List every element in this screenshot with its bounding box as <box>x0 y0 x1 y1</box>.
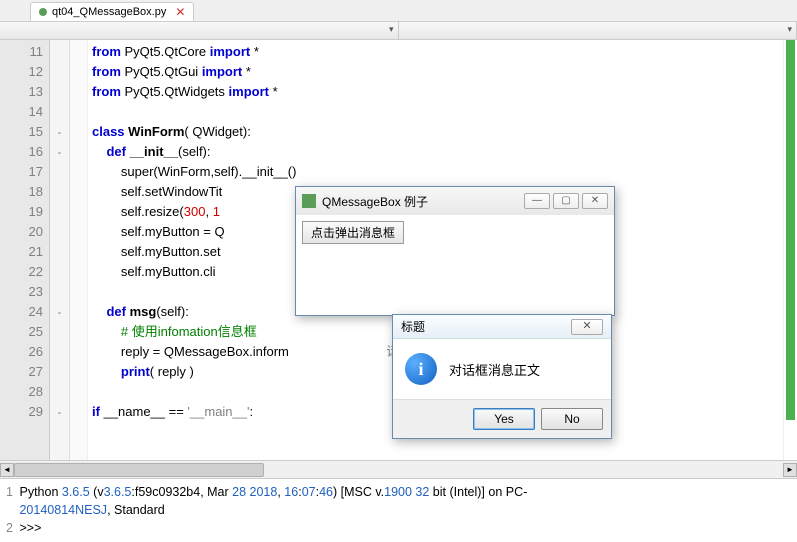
demo-window[interactable]: QMessageBox 例子 — ▢ ✕ 点击弹出消息框 <box>295 186 615 316</box>
chevron-down-icon: ▾ <box>389 24 394 35</box>
console-prompt[interactable]: 2 >>> <box>6 519 791 537</box>
window-titlebar[interactable]: QMessageBox 例子 — ▢ ✕ <box>296 187 614 215</box>
info-icon: i <box>405 353 437 385</box>
member-dropdown[interactable]: ▾ <box>399 22 797 39</box>
scroll-thumb[interactable] <box>14 463 264 477</box>
navigator-toolbar: ▾ ▾ <box>0 22 797 40</box>
tab-bar: qt04_QMessageBox.py ✕ <box>0 0 797 22</box>
message-box[interactable]: 标题 ✕ i 对话框消息正文 Yes No <box>392 314 612 439</box>
msgbox-title: 标题 <box>401 318 425 335</box>
close-button[interactable]: ✕ <box>582 193 608 209</box>
scope-dropdown[interactable]: ▾ <box>0 22 399 39</box>
scroll-left-arrow[interactable]: ◄ <box>0 463 14 477</box>
console-line: 20140814NESJ, Standard <box>6 501 791 519</box>
fold-gutter[interactable]: ---- <box>50 40 70 460</box>
yes-button[interactable]: Yes <box>473 408 535 430</box>
python-console[interactable]: 1 Python 3.6.5 (v3.6.5:f59c0932b4, Mar 2… <box>0 478 797 541</box>
chevron-down-icon: ▾ <box>787 24 792 35</box>
app-icon <box>302 194 316 208</box>
popup-button[interactable]: 点击弹出消息框 <box>302 221 404 244</box>
tab-filename: qt04_QMessageBox.py <box>52 6 166 18</box>
window-title: QMessageBox 例子 <box>322 193 428 210</box>
msgbox-titlebar[interactable]: 标题 ✕ <box>393 315 611 339</box>
bookmark-gutter <box>70 40 88 460</box>
horizontal-scrollbar[interactable]: ◄ ► <box>0 460 797 478</box>
msgbox-text: 对话框消息正文 <box>449 360 540 379</box>
file-icon <box>39 8 47 16</box>
change-marker-strip <box>783 40 797 460</box>
line-number-gutter: 11121314151617181920212223242526272829 <box>0 40 50 460</box>
msgbox-close-button[interactable]: ✕ <box>571 319 603 335</box>
maximize-button[interactable]: ▢ <box>553 193 579 209</box>
file-tab[interactable]: qt04_QMessageBox.py ✕ <box>30 2 194 21</box>
close-tab-icon[interactable]: ✕ <box>175 5 185 19</box>
console-line: 1 Python 3.6.5 (v3.6.5:f59c0932b4, Mar 2… <box>6 483 791 501</box>
minimize-button[interactable]: — <box>524 193 550 209</box>
no-button[interactable]: No <box>541 408 603 430</box>
scroll-right-arrow[interactable]: ► <box>783 463 797 477</box>
